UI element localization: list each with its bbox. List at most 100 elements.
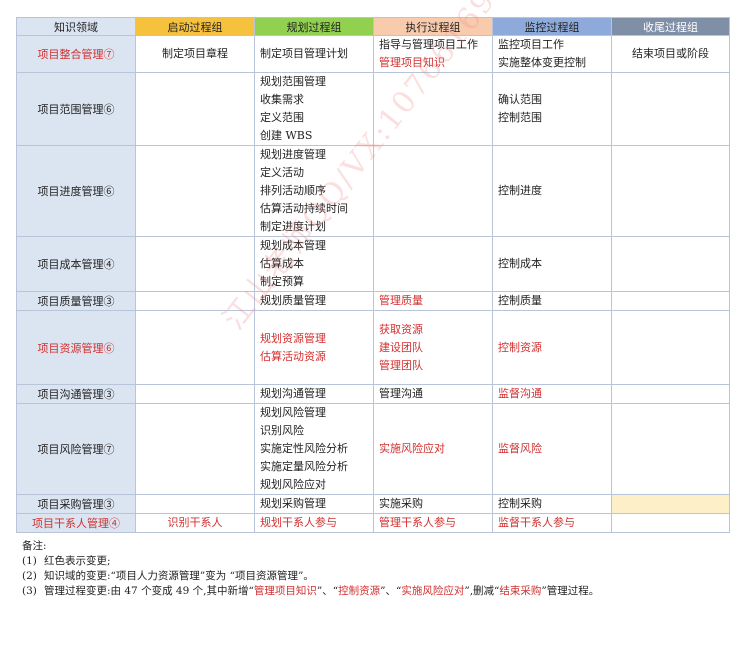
cell-quality-initiating: [135, 291, 255, 311]
process-item: 控制采购: [498, 497, 542, 510]
process-item: 管理沟通: [379, 387, 423, 400]
process-item: 控制资源: [498, 340, 542, 354]
cell-quality-closing: [611, 291, 730, 311]
process-item: 实施整体变更控制: [498, 56, 586, 69]
cell-cost-planning: 规划成本管理 估算成本 制定预算: [254, 236, 374, 292]
note-item: (2) 知识域的变更:“项目人力资源管理”变为 “项目资源管理”。: [22, 569, 599, 584]
process-item: 管理干系人参与: [379, 516, 456, 529]
process-item: 估算活动持续时间: [260, 202, 348, 215]
process-item: 控制进度: [498, 184, 542, 197]
process-item: 监督干系人参与: [498, 516, 575, 529]
process-item: 实施定量风险分析: [260, 460, 348, 473]
header-planning: 规划过程组: [254, 17, 374, 36]
process-item: 指导与管理项目工作: [379, 38, 478, 51]
process-group-table: 知识领域 启动过程组 规划过程组 执行过程组 监控过程组 收尾过程组 项目整合管…: [16, 17, 730, 533]
cell-communication-planning: 规划沟通管理: [254, 384, 374, 404]
header-closing: 收尾过程组: [611, 17, 730, 36]
process-item: 规划风险管理: [260, 406, 326, 419]
area-schedule: 项目进度管理⑥: [16, 145, 136, 237]
process-item: 管理质量: [379, 294, 423, 307]
process-item: 制定进度计划: [260, 220, 326, 233]
cell-cost-initiating: [135, 236, 255, 292]
note-highlight: 管理项目知识: [253, 585, 317, 597]
note-text: 红色表示变更;: [44, 555, 111, 567]
note-item: (1) 红色表示变更;: [22, 554, 599, 569]
note-text: 知识域的变更:“项目人力资源管理”变为 “项目资源管理”。: [44, 570, 314, 582]
header-monitoring: 监控过程组: [492, 17, 612, 36]
cell-integration-initiating: 制定项目章程: [135, 35, 255, 73]
area-stakeholder: 项目干系人管理④: [16, 513, 136, 533]
cell-risk-initiating: [135, 403, 255, 495]
cell-schedule-executing: [373, 145, 493, 237]
process-item: 规划质量管理: [260, 294, 326, 307]
cell-schedule-closing: [611, 145, 730, 237]
process-item: 监督沟通: [498, 387, 542, 400]
cell-integration-monitoring: 监控项目工作 实施整体变更控制: [492, 35, 612, 73]
table-row-quality: 项目质量管理③ 规划质量管理 管理质量 控制质量: [16, 291, 730, 311]
notes-section: 备注: (1) 红色表示变更; (2) 知识域的变更:“项目人力资源管理”变为 “项…: [22, 539, 599, 599]
process-item: 规划资源管理: [260, 331, 326, 345]
cell-stakeholder-closing: [611, 513, 730, 533]
process-item: 创建 WBS: [260, 129, 313, 142]
cell-resource-planning: 规划资源管理 估算活动资源: [254, 310, 374, 385]
process-item: 制定项目章程: [162, 47, 228, 60]
note-number: (2): [22, 570, 37, 582]
note-text: ”、“: [380, 585, 402, 597]
process-item: 实施风险应对: [379, 442, 445, 455]
table-row-cost: 项目成本管理④ 规划成本管理 估算成本 制定预算 控制成本: [16, 236, 730, 292]
area-risk: 项目风险管理⑦: [16, 403, 136, 495]
cell-procurement-initiating: [135, 494, 255, 514]
cell-communication-monitoring: 监督沟通: [492, 384, 612, 404]
cell-quality-planning: 规划质量管理: [254, 291, 374, 311]
cell-schedule-monitoring: 控制进度: [492, 145, 612, 237]
notes-title: 备注:: [22, 540, 47, 552]
note-highlight: 结束采购: [499, 585, 542, 597]
cell-resource-initiating: [135, 310, 255, 385]
cell-communication-initiating: [135, 384, 255, 404]
cell-integration-closing: 结束项目或阶段: [611, 35, 730, 73]
process-item-new: 管理项目知识: [379, 56, 445, 69]
cell-scope-initiating: [135, 72, 255, 146]
cell-stakeholder-planning: 规划干系人参与: [254, 513, 374, 533]
table-row-scope: 项目范围管理⑥ 规划范围管理 收集需求 定义范围 创建 WBS 确认范围 控制范…: [16, 72, 730, 146]
table-row-integration: 项目整合管理⑦ 制定项目章程 制定项目管理计划 指导与管理项目工作 管理项目知识…: [16, 35, 730, 73]
table-row-schedule: 项目进度管理⑥ 规划进度管理 定义活动 排列活动顺序 估算活动持续时间 制定进度…: [16, 145, 730, 237]
process-item: 监督风险: [498, 442, 542, 455]
cell-cost-monitoring: 控制成本: [492, 236, 612, 292]
process-item: 结束项目或阶段: [632, 47, 709, 60]
cell-risk-executing: 实施风险应对: [373, 403, 493, 495]
process-item: 规划范围管理: [260, 75, 326, 88]
cell-risk-monitoring: 监督风险: [492, 403, 612, 495]
cell-communication-executing: 管理沟通: [373, 384, 493, 404]
table-row-procurement: 项目采购管理③ 规划采购管理 实施采购 控制采购: [16, 494, 730, 514]
process-item: 规划风险应对: [260, 478, 326, 491]
cell-integration-executing: 指导与管理项目工作 管理项目知识: [373, 35, 493, 73]
process-item: 收集需求: [260, 93, 304, 106]
header-knowledge-area: 知识领域: [16, 17, 136, 36]
cell-scope-planning: 规划范围管理 收集需求 定义范围 创建 WBS: [254, 72, 374, 146]
process-item: 排列活动顺序: [260, 184, 326, 197]
process-item: 识别干系人: [167, 516, 223, 529]
area-communication: 项目沟通管理③: [16, 384, 136, 404]
process-item: 管理团队: [379, 358, 423, 372]
note-item: (3) 管理过程变更:由 47 个变成 49 个,其中新增“管理项目知识”、“控制…: [22, 584, 599, 599]
process-item: 定义活动: [260, 166, 304, 179]
note-number: (3): [22, 585, 37, 597]
table-row-stakeholder: 项目干系人管理④ 识别干系人 规划干系人参与 管理干系人参与 监督干系人参与: [16, 513, 730, 533]
process-item: 制定项目管理计划: [260, 47, 348, 60]
process-item: 规划成本管理: [260, 239, 326, 252]
process-item: 估算成本: [260, 257, 304, 270]
cell-stakeholder-monitoring: 监督干系人参与: [492, 513, 612, 533]
cell-scope-executing: [373, 72, 493, 146]
area-quality: 项目质量管理③: [16, 291, 136, 311]
note-highlight: 实施风险应对: [401, 585, 465, 597]
cell-risk-closing: [611, 403, 730, 495]
process-item: 规划干系人参与: [260, 516, 337, 529]
cell-resource-executing: 获取资源 建设团队 管理团队: [373, 310, 493, 385]
process-item: 控制成本: [498, 257, 542, 270]
area-resource: 项目资源管理⑥: [16, 310, 136, 385]
process-item: 识别风险: [260, 424, 304, 437]
note-text: ”,删减“: [464, 585, 500, 597]
cell-procurement-planning: 规划采购管理: [254, 494, 374, 514]
cell-procurement-closing-removed: [611, 494, 730, 514]
